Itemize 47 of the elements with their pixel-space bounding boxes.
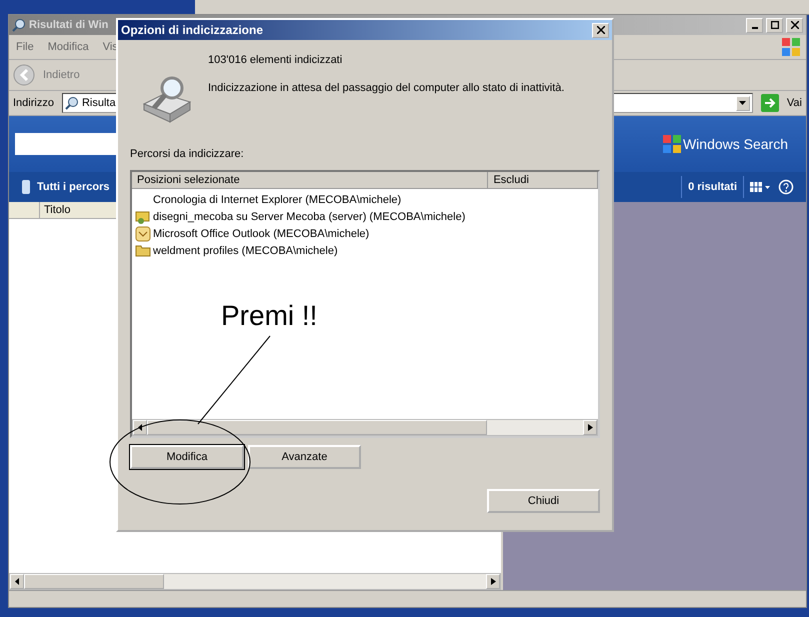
maximize-icon: [770, 21, 778, 29]
location-item[interactable]: Microsoft Office Outlook (MECOBA\michele): [153, 228, 370, 240]
column-header[interactable]: Posizioni selezionate: [132, 172, 488, 188]
arrow-right-icon: [490, 578, 496, 585]
search-icon: [64, 96, 79, 110]
result-count: 0 risultati: [688, 181, 737, 193]
arrow-left-icon: [138, 424, 142, 431]
location-item[interactable]: Cronologia di Internet Explorer (MECOBA\michele): [153, 194, 402, 206]
folder-icon: [135, 244, 151, 257]
envelope-icon: [135, 226, 151, 242]
annotation-text: Premi !!: [221, 300, 318, 332]
help-icon[interactable]: [778, 179, 794, 195]
network-folder-icon: [135, 209, 151, 224]
arrow-right-icon: [588, 424, 592, 431]
go-button[interactable]: Vai: [786, 97, 802, 109]
close-button[interactable]: [786, 18, 803, 32]
grid-view-icon[interactable]: [750, 181, 772, 193]
dialog-title: Opzioni di indicizzazione: [121, 23, 264, 37]
indexing-status: Indicizzazione in attesa del passaggio del computer allo stato di inattività.: [208, 82, 564, 94]
locations-label: Percorsi da indicizzare:: [130, 148, 245, 160]
column-header[interactable]: Escludi: [488, 172, 598, 188]
location-item[interactable]: disegni_mecoba su Server Mecoba (server) (MECOBA\michele): [153, 210, 466, 222]
action-button[interactable]: Avanzate: [248, 445, 361, 469]
horizontal-scrollbar[interactable]: [9, 573, 501, 590]
close-dialog-button[interactable]: Chiudi: [487, 489, 600, 513]
minimize-button[interactable]: [746, 18, 763, 32]
search-icon: [12, 18, 26, 32]
maximize-button[interactable]: [766, 18, 783, 32]
caret-down-icon: [739, 101, 746, 105]
close-icon: [790, 21, 798, 29]
location-item[interactable]: weldment profiles (MECOBA\michele): [153, 244, 338, 256]
default-button[interactable]: Modifica: [130, 445, 244, 469]
address-label: Indirizzo: [13, 97, 54, 109]
indexed-count: 103'016 elementi indicizzati: [208, 54, 344, 66]
dropdown-button[interactable]: [736, 96, 750, 110]
windows-flag-icon: [660, 134, 683, 154]
horizontal-scrollbar[interactable]: [132, 419, 598, 436]
menu-item[interactable]: Modifica: [44, 41, 92, 53]
windows-flag-icon: [780, 37, 802, 57]
close-button[interactable]: [592, 22, 609, 38]
scope-label[interactable]: Tutti i percors: [37, 181, 110, 193]
arrow-left-icon: [14, 578, 20, 585]
brand-name: Windows Search: [682, 136, 788, 152]
close-icon: [596, 26, 604, 34]
menu-item[interactable]: File: [13, 41, 37, 53]
computer-icon: [21, 179, 31, 195]
window-title: Risultati di Win: [29, 19, 108, 31]
